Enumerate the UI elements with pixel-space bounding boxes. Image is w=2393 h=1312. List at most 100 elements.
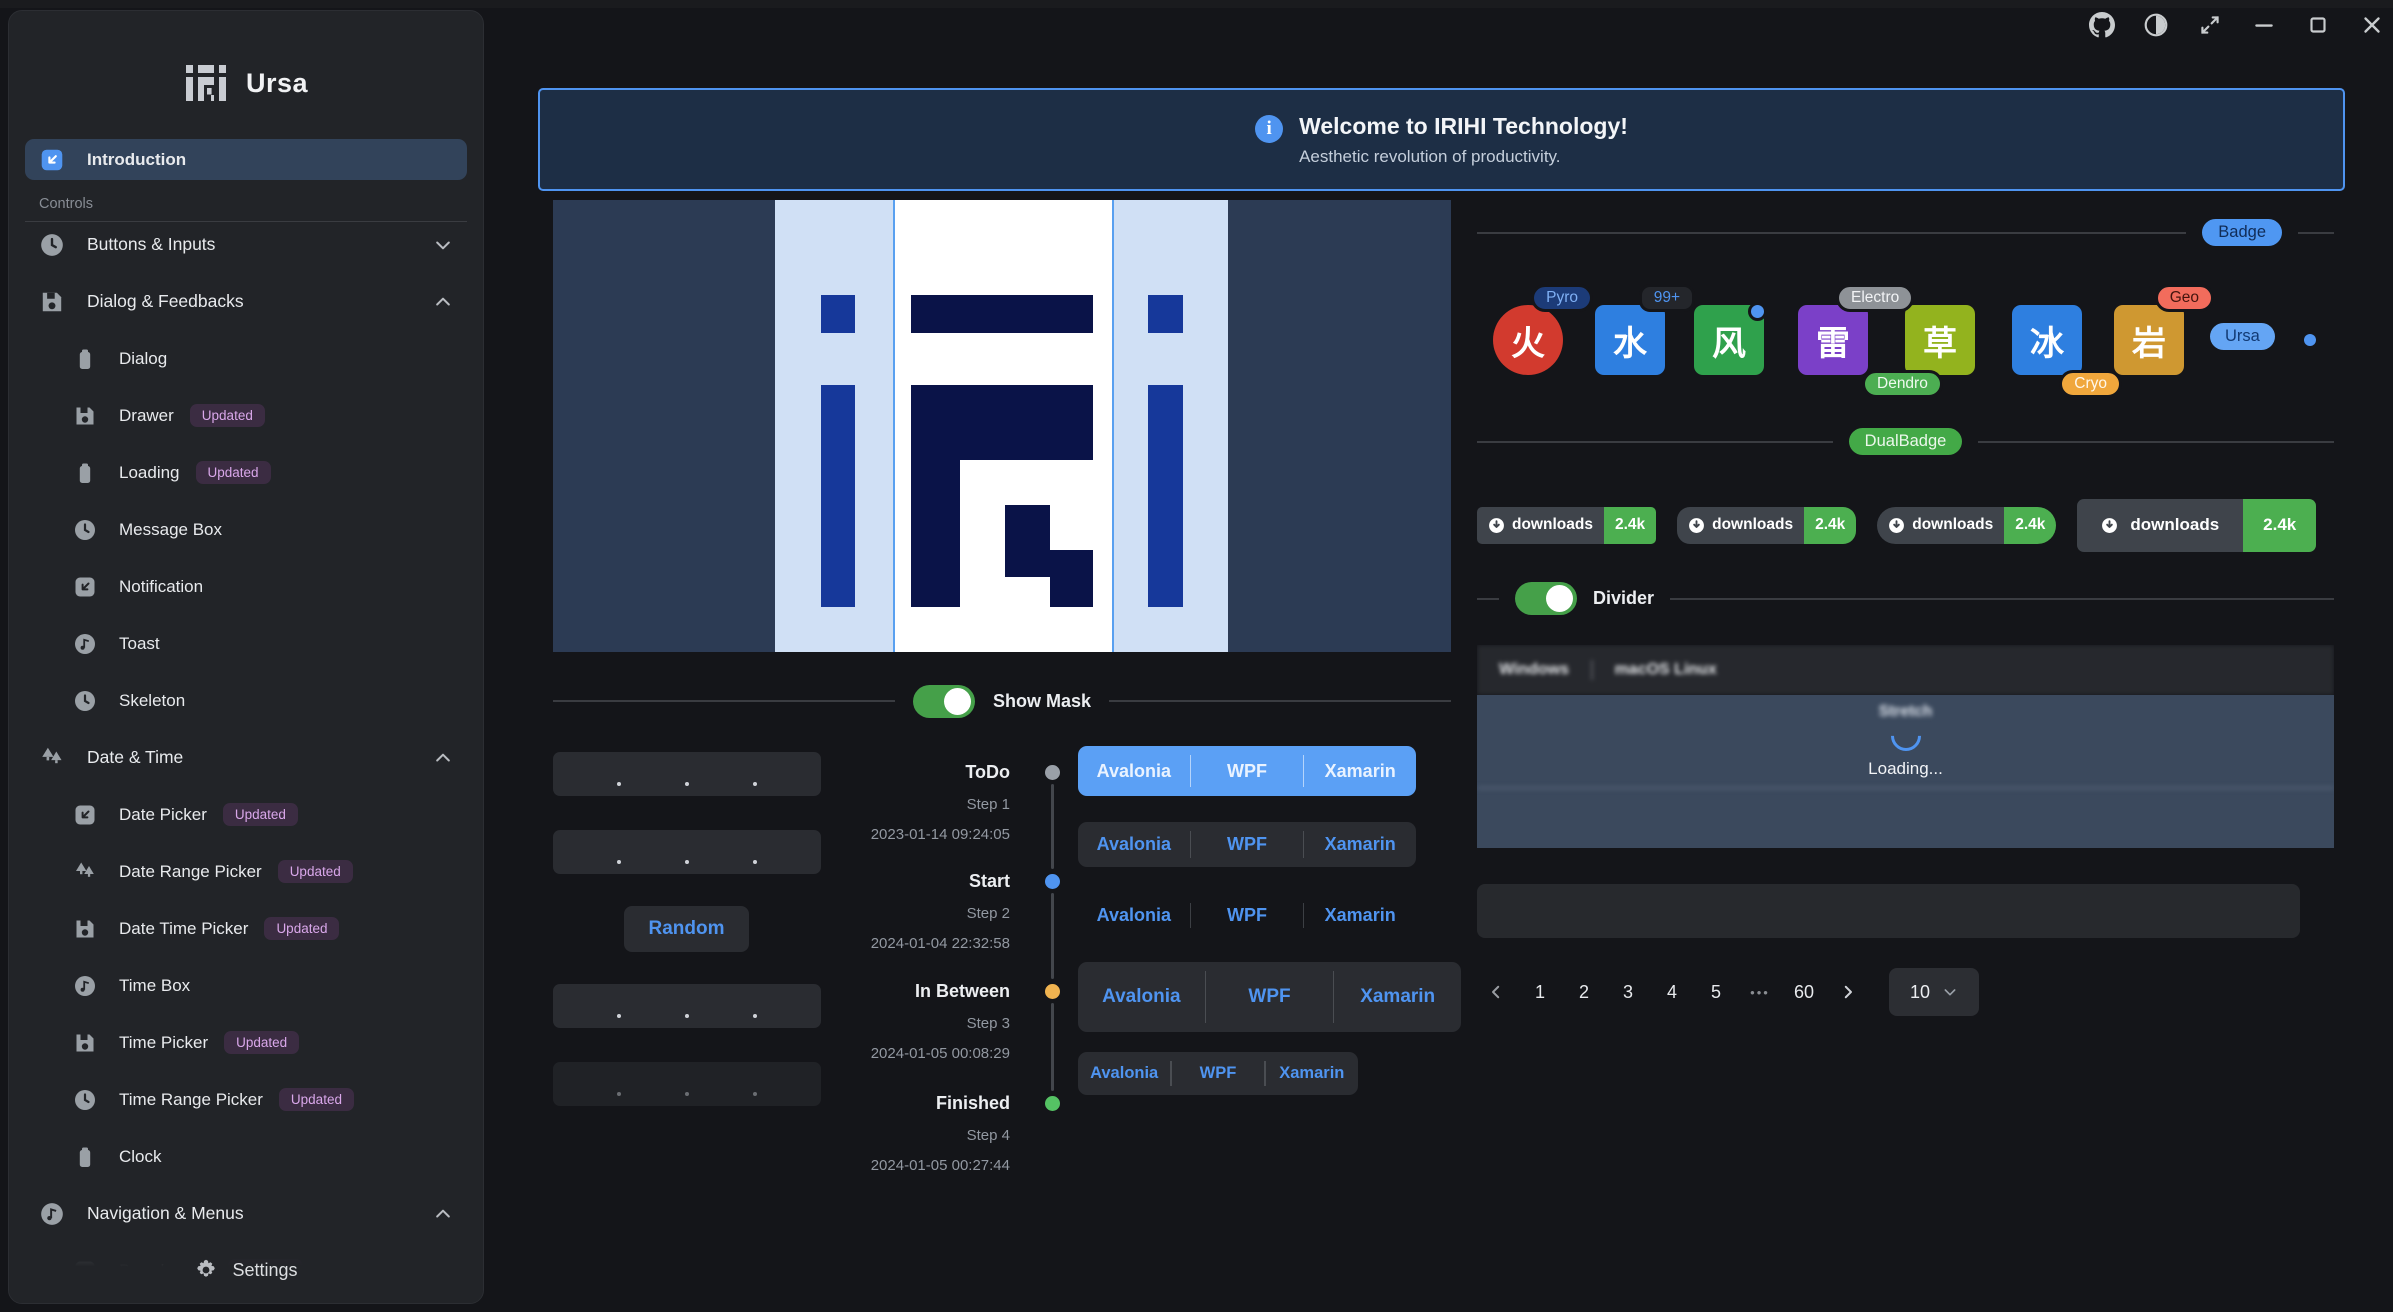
battery-icon bbox=[73, 461, 97, 485]
note-arrow-icon bbox=[73, 803, 97, 827]
sidebar-item-notification[interactable]: Notification bbox=[25, 566, 467, 607]
sidebar-section-label: Controls bbox=[39, 196, 467, 212]
empty-input-bar[interactable] bbox=[1477, 884, 2300, 938]
resize-icon[interactable] bbox=[2195, 10, 2225, 40]
banner-title: Welcome to IRIHI Technology! bbox=[1299, 113, 1628, 140]
step-dot bbox=[1045, 1096, 1060, 1111]
wpf-button[interactable]: WPF bbox=[1206, 962, 1333, 1032]
banner-subtitle: Aesthetic revolution of productivity. bbox=[1299, 147, 1628, 167]
sidebar-item-time-picker[interactable]: Time PickerUpdated bbox=[25, 1022, 467, 1063]
close-icon[interactable] bbox=[2357, 10, 2387, 40]
theme-toggle-icon[interactable] bbox=[2141, 10, 2171, 40]
wpf-button[interactable]: WPF bbox=[1191, 746, 1303, 796]
app-logo: Ursa bbox=[9, 63, 483, 103]
info-icon: i bbox=[1255, 115, 1283, 143]
avalonia-button[interactable]: Avalonia bbox=[1078, 894, 1190, 937]
show-mask-toggle[interactable] bbox=[913, 685, 975, 718]
loading-text: Loading... bbox=[1868, 759, 1943, 779]
download-icon bbox=[1888, 517, 1905, 534]
sidebar-item-label: Skeleton bbox=[119, 691, 185, 711]
badge-demo-electro: 雷Electro bbox=[1798, 305, 1868, 375]
app-title: Ursa bbox=[246, 68, 308, 99]
badges-row: 火Pyro水99+风雷Electro草Dendro冰Cryo岩GeoUrsa bbox=[1477, 283, 2357, 407]
step-finished: FinishedStep 42024-01-05 00:27:44 bbox=[770, 1091, 1010, 1175]
updated-badge: Updated bbox=[224, 1031, 299, 1054]
page-2[interactable]: 2 bbox=[1565, 971, 1603, 1013]
page-5[interactable]: 5 bbox=[1697, 971, 1735, 1013]
sidebar-item-time-range-picker[interactable]: Time Range PickerUpdated bbox=[25, 1079, 467, 1120]
sidebar-item-navigation-menus[interactable]: Navigation & Menus bbox=[25, 1193, 467, 1234]
updated-badge: Updated bbox=[279, 1088, 354, 1111]
sidebar-item-drawer[interactable]: DrawerUpdated bbox=[25, 395, 467, 436]
tab-windows[interactable]: Windows bbox=[1477, 661, 1591, 679]
steps-timeline: ToDoStep 12023-01-14 09:24:05StartStep 2… bbox=[770, 745, 1090, 1165]
badge-content-box: 草 bbox=[1905, 305, 1975, 375]
sidebar-item-buttons-inputs[interactable]: Buttons & Inputs bbox=[25, 224, 467, 265]
loading-tabs: Windows macOS Linux bbox=[1477, 645, 2334, 695]
updated-badge: Updated bbox=[278, 860, 353, 883]
page-prev-icon[interactable] bbox=[1477, 971, 1515, 1013]
show-mask-label: Show Mask bbox=[993, 691, 1091, 712]
step-label: Step 2 bbox=[770, 905, 1010, 923]
sidebar-item-toast[interactable]: Toast bbox=[25, 623, 467, 664]
wpf-button[interactable]: WPF bbox=[1172, 1052, 1264, 1095]
minimize-icon[interactable] bbox=[2249, 10, 2279, 40]
divider-toggle[interactable] bbox=[1515, 582, 1577, 615]
badge-divider-label: Badge bbox=[2202, 219, 2282, 246]
sidebar-item-skeleton[interactable]: Skeleton bbox=[25, 680, 467, 721]
sidebar-item-label: Loading bbox=[119, 463, 180, 483]
wpf-button[interactable]: WPF bbox=[1191, 894, 1303, 937]
sidebar-item-introduction[interactable]: Introduction bbox=[25, 139, 467, 180]
xamarin-button[interactable]: Xamarin bbox=[1304, 746, 1416, 796]
sidebar-item-dialog-feedbacks[interactable]: Dialog & Feedbacks bbox=[25, 281, 467, 322]
page-1[interactable]: 1 bbox=[1521, 971, 1559, 1013]
xamarin-button[interactable]: Xamarin bbox=[1334, 962, 1461, 1032]
app-window: Ursa Introduction Controls Buttons & Input… bbox=[0, 0, 2393, 1312]
sidebar-item-loading[interactable]: LoadingUpdated bbox=[25, 452, 467, 493]
tab-macos-linux[interactable]: macOS Linux bbox=[1593, 661, 1739, 679]
step-label: Step 1 bbox=[770, 796, 1010, 814]
sidebar-item-date-time-picker[interactable]: Date Time PickerUpdated bbox=[25, 908, 467, 949]
page-next-icon[interactable] bbox=[1829, 971, 1867, 1013]
sidebar-item-date-picker[interactable]: Date PickerUpdated bbox=[25, 794, 467, 835]
floppy-icon bbox=[73, 1031, 97, 1055]
badge-content-box: 雷 bbox=[1798, 305, 1868, 375]
xamarin-button[interactable]: Xamarin bbox=[1304, 894, 1416, 937]
avalonia-button[interactable]: Avalonia bbox=[1078, 1052, 1170, 1095]
xamarin-button[interactable]: Xamarin bbox=[1266, 1052, 1358, 1095]
logo-mask-figure bbox=[553, 200, 1451, 652]
random-button[interactable]: Random bbox=[624, 906, 749, 952]
logo-bar-right bbox=[1148, 385, 1183, 607]
download-count: 2.4k bbox=[2004, 507, 2056, 544]
divider-demo-row: Divider bbox=[1477, 582, 2334, 615]
page-3[interactable]: 3 bbox=[1609, 971, 1647, 1013]
settings-button[interactable]: Settings bbox=[9, 1237, 483, 1303]
page-size-select[interactable]: 10 bbox=[1889, 968, 1979, 1016]
avalonia-button[interactable]: Avalonia bbox=[1078, 822, 1190, 867]
step-name: Start bbox=[770, 869, 1010, 893]
sidebar-item-time-box[interactable]: Time Box bbox=[25, 965, 467, 1006]
sidebar-item-label: Drawer bbox=[119, 406, 174, 426]
sidebar-item-date-time[interactable]: Date & Time bbox=[25, 737, 467, 778]
wpf-button[interactable]: WPF bbox=[1191, 822, 1303, 867]
badge-content-box: 水 bbox=[1595, 305, 1665, 375]
sidebar-item-message-box[interactable]: Message Box bbox=[25, 509, 467, 550]
xamarin-button[interactable]: Xamarin bbox=[1304, 822, 1416, 867]
sidebar-item-clock[interactable]: Clock bbox=[25, 1136, 467, 1177]
floppy-icon bbox=[73, 404, 97, 428]
badge-demo-pyro: 火Pyro bbox=[1493, 305, 1563, 375]
avalonia-button[interactable]: Avalonia bbox=[1078, 962, 1205, 1032]
maximize-icon[interactable] bbox=[2303, 10, 2333, 40]
avalonia-button[interactable]: Avalonia bbox=[1078, 746, 1190, 796]
download-icon bbox=[1688, 517, 1705, 534]
sidebar-item-dialog[interactable]: Dialog bbox=[25, 338, 467, 379]
sidebar-item-date-range-picker[interactable]: Date Range PickerUpdated bbox=[25, 851, 467, 892]
divider-toggle-label: Divider bbox=[1593, 588, 1654, 609]
sidebar-item-label: Message Box bbox=[119, 520, 222, 540]
sidebar-item-label: Toast bbox=[119, 634, 160, 654]
step-time: 2023-01-14 09:24:05 bbox=[770, 826, 1010, 844]
download-badge-1: downloads2.4k bbox=[1477, 507, 1656, 544]
github-icon[interactable] bbox=[2087, 10, 2117, 40]
page-last[interactable]: 60 bbox=[1785, 971, 1823, 1013]
page-4[interactable]: 4 bbox=[1653, 971, 1691, 1013]
